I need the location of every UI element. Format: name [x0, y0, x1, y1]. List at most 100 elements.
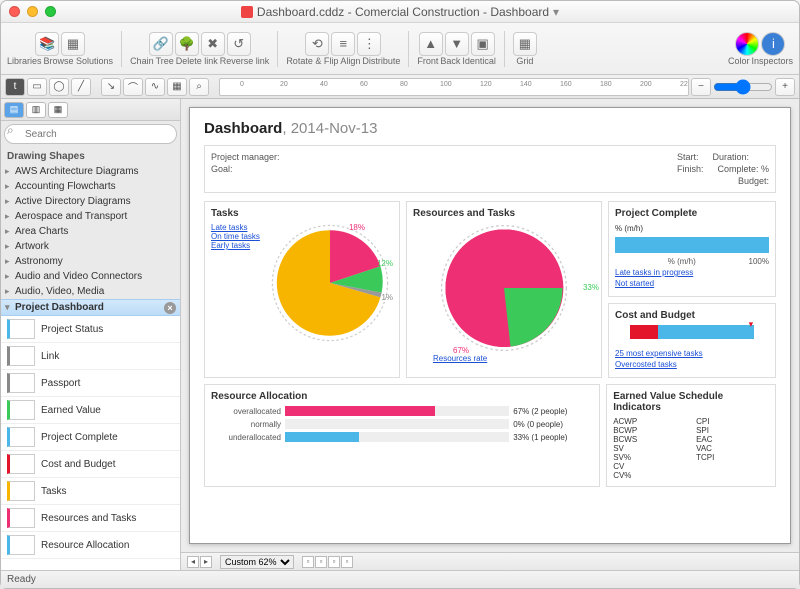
shape-item[interactable]: Resource Allocation: [1, 532, 180, 559]
inspectors-button[interactable]: i: [761, 32, 785, 56]
page-thumbs[interactable]: ▫▫▫▫: [302, 556, 353, 568]
zoom-in-button[interactable]: +: [775, 78, 795, 96]
back-button[interactable]: ▼: [445, 32, 469, 56]
line-tool[interactable]: ╱: [71, 78, 91, 96]
panel-toggle-1[interactable]: ▤: [4, 102, 24, 118]
shape-item[interactable]: Passport: [1, 370, 180, 397]
document[interactable]: Dashboard, 2014-Nov-13 Project manager: …: [189, 107, 791, 544]
sidebar: ▤ ▥ ▦ Drawing Shapes AWS Architecture Di…: [1, 99, 181, 570]
back-label: Back: [440, 56, 460, 66]
tree-button[interactable]: 🌳: [175, 32, 199, 56]
progress-bar: [615, 237, 769, 253]
panel-toggle-2[interactable]: ▥: [26, 102, 46, 118]
canvas-statusbar: ◂▸ Custom 62% ▫▫▫▫: [181, 552, 799, 570]
shape-item[interactable]: Project Complete: [1, 424, 180, 451]
drawing-shapes-header: Drawing Shapes: [1, 147, 180, 164]
browse-label: Browse Solutions: [44, 56, 114, 66]
horizontal-ruler: 02040 6080100 120140160 180200220 240260…: [219, 78, 689, 96]
rotateflip-label: Rotate & Flip: [286, 56, 338, 66]
card-link[interactable]: 25 most expensive tasks: [615, 349, 769, 358]
card-link[interactable]: Late tasks in progress: [615, 268, 769, 277]
browse-solutions-button[interactable]: ▦: [61, 32, 85, 56]
inspectors-label: Inspectors: [751, 56, 793, 66]
align-button[interactable]: ≡: [331, 32, 355, 56]
legend-link[interactable]: On time tasks: [211, 232, 266, 241]
distribute-button[interactable]: ⋮: [357, 32, 381, 56]
canvas-area: Dashboard, 2014-Nov-13 Project manager: …: [181, 99, 799, 570]
delete-link-button[interactable]: ✖: [201, 32, 225, 56]
color-label: Color: [728, 56, 750, 66]
front-label: Front: [417, 56, 438, 66]
shape-item[interactable]: Cost and Budget: [1, 451, 180, 478]
sidebar-category[interactable]: Project Dashboard×: [1, 299, 180, 316]
shape-list: Project StatusLinkPassportEarned ValuePr…: [1, 316, 180, 570]
zoom-select[interactable]: Custom 62%: [220, 555, 294, 569]
project-meta: Project manager: Goal: Start:Duration: F…: [204, 145, 776, 193]
pointer-tool[interactable]: t: [5, 78, 25, 96]
tasks-title: Tasks: [211, 208, 393, 219]
resource-allocation-card: Resource Allocation overallocated67% (2 …: [204, 384, 600, 487]
minimize-icon[interactable]: [27, 6, 38, 17]
sidebar-category[interactable]: Astronomy: [1, 254, 180, 269]
reverse-link-button[interactable]: ↺: [227, 32, 251, 56]
distribute-label: Distribute: [362, 56, 400, 66]
close-icon[interactable]: [9, 6, 20, 17]
resources-rate-link[interactable]: Resources rate: [433, 354, 487, 363]
card-link[interactable]: Not started: [615, 279, 769, 288]
category-list: AWS Architecture DiagramsAccounting Flow…: [1, 164, 180, 316]
grid-tool[interactable]: ▦: [167, 78, 187, 96]
zoom-icon[interactable]: [45, 6, 56, 17]
sidebar-category[interactable]: Artwork: [1, 239, 180, 254]
color-button[interactable]: [735, 32, 759, 56]
rotate-flip-button[interactable]: ⟲: [305, 32, 329, 56]
connector-tool[interactable]: ↘: [101, 78, 121, 96]
zoom-slider[interactable]: [713, 79, 773, 95]
sidebar-category[interactable]: Active Directory Diagrams: [1, 194, 180, 209]
shape-item[interactable]: Resources and Tasks: [1, 505, 180, 532]
app-window: Dashboard.cddz - Comercial Construction …: [0, 0, 800, 589]
sidebar-category[interactable]: Aerospace and Transport: [1, 209, 180, 224]
search-tool[interactable]: ⌕: [189, 78, 209, 96]
grid-button[interactable]: ▦: [513, 32, 537, 56]
window-title: Dashboard.cddz - Comercial Construction …: [1, 5, 799, 19]
card-link[interactable]: Overcosted tasks: [615, 360, 769, 369]
project-complete-card: Project Complete % (m/h) % (m/h)100% Lat…: [608, 201, 776, 297]
sidebar-category[interactable]: Accounting Flowcharts: [1, 179, 180, 194]
sidebar-category[interactable]: Audio, Video, Media: [1, 284, 180, 299]
legend-link[interactable]: Early tasks: [211, 241, 266, 250]
meta-pm: Project manager:: [211, 152, 280, 162]
shape-item[interactable]: Tasks: [1, 478, 180, 505]
spline-tool[interactable]: ∿: [145, 78, 165, 96]
window-title-text: Dashboard.cddz - Comercial Construction …: [257, 5, 549, 19]
zoom-out-button[interactable]: −: [691, 78, 711, 96]
shape-item[interactable]: Link: [1, 343, 180, 370]
rect-tool[interactable]: ▭: [27, 78, 47, 96]
search-input[interactable]: [4, 124, 177, 144]
tasks-pie: [270, 223, 390, 343]
legend-link[interactable]: Late tasks: [211, 223, 266, 232]
tasks-card: Tasks Late tasksOn time tasksEarly tasks: [204, 201, 400, 378]
close-icon[interactable]: ×: [164, 302, 176, 314]
reverselink-label: Reverse link: [220, 56, 270, 66]
main-toolbar: 📚 ▦ Libraries Browse Solutions 🔗 🌳 ✖ ↺ C…: [1, 23, 799, 75]
alloc-row: normally0% (0 people): [211, 419, 593, 429]
ellipse-tool[interactable]: ◯: [49, 78, 69, 96]
sidebar-category[interactable]: Audio and Video Connectors: [1, 269, 180, 284]
grid-label: Grid: [516, 56, 533, 66]
libraries-label: Libraries: [7, 56, 42, 66]
identical-button[interactable]: ▣: [471, 32, 495, 56]
chain-button[interactable]: 🔗: [149, 32, 173, 56]
panel-toggle-3[interactable]: ▦: [48, 102, 68, 118]
sidebar-search: [1, 121, 180, 147]
front-button[interactable]: ▲: [419, 32, 443, 56]
libraries-button[interactable]: 📚: [35, 32, 59, 56]
chevron-down-icon[interactable]: ▾: [553, 5, 559, 19]
chain-label: Chain: [130, 56, 154, 66]
sidebar-category[interactable]: Area Charts: [1, 224, 180, 239]
sidebar-category[interactable]: AWS Architecture Diagrams: [1, 164, 180, 179]
arc-tool[interactable]: ⌒: [123, 78, 143, 96]
shape-item[interactable]: Earned Value: [1, 397, 180, 424]
titlebar[interactable]: Dashboard.cddz - Comercial Construction …: [1, 1, 799, 23]
page-nav[interactable]: ◂▸: [187, 556, 212, 568]
shape-item[interactable]: Project Status: [1, 316, 180, 343]
